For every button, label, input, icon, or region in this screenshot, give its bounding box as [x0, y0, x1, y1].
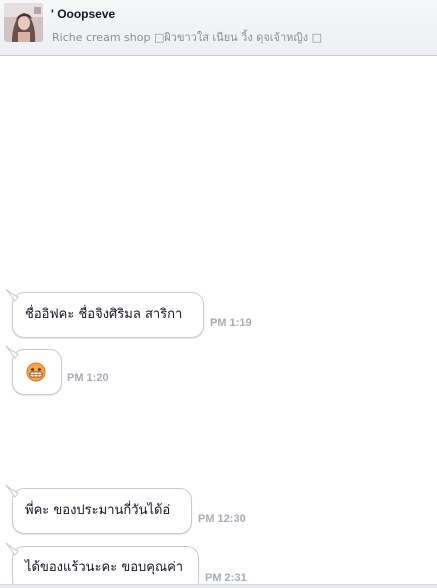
bubble-tail [5, 288, 19, 302]
message-timestamp: PM 1:20 [67, 372, 109, 384]
bubble-tail [5, 542, 19, 556]
bubble-tail [5, 484, 19, 498]
message-bubble: ได้ของแร้วนะคะ ขอบคุณค่า [5, 542, 199, 588]
grinning-face-emoji [26, 362, 46, 382]
message-text: ชื่ออิฟคะ ชื่อจิงศิริมล สาริกา [25, 307, 183, 322]
message-timestamp: PM 12:30 [198, 513, 246, 525]
message-list: ชื่ออิฟคะ ชื่อจิงศิริมล สาริกา PM 1:19 P… [0, 57, 437, 588]
message-text: ได้ของแร้วนะคะ ขอบคุณค่า [25, 560, 184, 575]
message-text: พี่คะ ของประมานกี่วันได้อ่ [25, 503, 171, 518]
bubble-tail [5, 345, 19, 359]
message-bubble [5, 345, 62, 395]
message-timestamp: PM 1:19 [210, 317, 252, 329]
contact-name[interactable]: ' Ooopseve [51, 7, 115, 21]
bottom-divider [0, 584, 437, 588]
message-bubble: พี่คะ ของประมานกี่วันได้อ่ [5, 484, 192, 534]
message-bubble: ชื่ออิฟคะ ชื่อจิงศิริมล สาริกา [5, 288, 204, 338]
contact-status: Riche cream shop □ผิวขาวใส เนียน วิ้ง ดุ… [52, 31, 323, 44]
conversation-header: ' Ooopseve Riche cream shop □ผิวขาวใส เน… [0, 0, 437, 56]
contact-avatar[interactable] [4, 3, 43, 42]
message-timestamp: PM 2:31 [205, 572, 247, 584]
